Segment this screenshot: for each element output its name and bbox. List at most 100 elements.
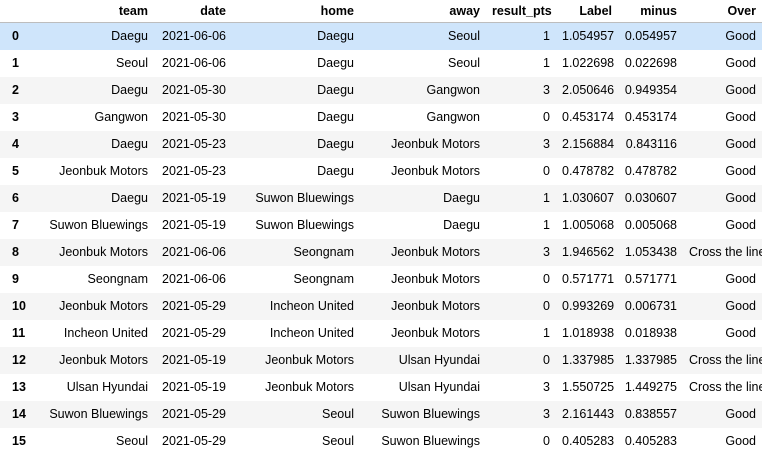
table-row[interactable]: 3 Gangwon 2021-05-30 Daegu Gangwon 0 0.453174 0…	[0, 104, 762, 131]
cell-home: Jeonbuk Motors	[265, 353, 354, 367]
cell-home: Daegu	[317, 56, 354, 70]
cell-team: Daegu	[111, 137, 148, 151]
cell-over: Good	[725, 137, 756, 151]
cell-minus: 1.337985	[624, 353, 677, 367]
cell-away: Jeonbuk Motors	[391, 164, 480, 178]
cell-result-pts: 1	[543, 326, 550, 340]
cell-date: 2021-05-23	[162, 137, 226, 151]
cell-date: 2021-05-29	[162, 407, 226, 421]
cell-label: 1.005068	[562, 218, 615, 232]
cell-over: Good	[725, 164, 756, 178]
cell-label: 0.478782	[562, 164, 615, 178]
table-row[interactable]: 7 Suwon Bluewings 2021-05-19 Suwon Bluewing…	[0, 212, 762, 239]
cell-result-pts: 3	[543, 137, 550, 151]
table-row[interactable]: 13 Ulsan Hyundai 2021-05-19 Jeonbuk Motors U…	[0, 374, 762, 401]
table-row[interactable]: 0 Daegu 2021-06-06 Daegu Seoul 1 1.054957 0.054…	[0, 22, 762, 50]
cell-label: 0.405283	[562, 434, 615, 448]
table-row[interactable]: 2 Daegu 2021-05-30 Daegu Gangwon 3 2.050646 0.9…	[0, 77, 762, 104]
cell-over: Good	[725, 110, 756, 124]
column-header-home: home	[232, 0, 360, 23]
row-index: 8	[12, 245, 19, 259]
cell-away: Daegu	[443, 218, 480, 232]
cell-team: Jeonbuk Motors	[59, 164, 148, 178]
row-index: 5	[12, 164, 19, 178]
row-index: 3	[12, 110, 19, 124]
table-row[interactable]: 1 Seoul 2021-06-06 Daegu Seoul 1 1.022698 0.022…	[0, 50, 762, 77]
cell-minus: 0.843116	[625, 137, 677, 151]
cell-label: 2.050646	[562, 83, 615, 97]
cell-result-pts: 0	[543, 434, 550, 448]
cell-date: 2021-05-30	[162, 110, 226, 124]
column-header-date: date	[154, 0, 232, 23]
cell-label: 2.156884	[562, 137, 615, 151]
table-row[interactable]: 12 Jeonbuk Motors 2021-05-19 Jeonbuk Motors…	[0, 347, 762, 374]
table-row[interactable]: 9 Seongnam 2021-06-06 Seongnam Jeonbuk Motor…	[0, 266, 762, 293]
cell-minus: 0.949354	[624, 83, 677, 97]
cell-label: 0.993269	[562, 299, 615, 313]
cell-date: 2021-05-29	[162, 326, 226, 340]
cell-date: 2021-06-06	[162, 272, 226, 286]
cell-result-pts: 0	[543, 353, 550, 367]
column-header-minus: minus	[618, 0, 683, 23]
row-index: 11	[12, 326, 26, 340]
cell-team: Daegu	[111, 191, 148, 205]
cell-over: Good	[725, 83, 756, 97]
table-row[interactable]: 4 Daegu 2021-05-23 Daegu Jeonbuk Motors 3 2.15…	[0, 131, 762, 158]
cell-team: Ulsan Hyundai	[66, 380, 148, 394]
cell-home: Daegu	[317, 137, 354, 151]
cell-over: Good	[725, 29, 756, 43]
cell-away: Daegu	[443, 191, 480, 205]
row-index: 12	[12, 353, 26, 367]
table-row[interactable]: 8 Jeonbuk Motors 2021-06-06 Seongnam Jeonbuk…	[0, 239, 762, 266]
table-header: team date home away result_pts Label min…	[0, 0, 762, 23]
cell-away: Seoul	[448, 29, 480, 43]
cell-label: 2.161443	[562, 407, 615, 421]
cell-date: 2021-05-30	[162, 83, 226, 97]
cell-result-pts: 0	[543, 164, 550, 178]
cell-team: Daegu	[111, 83, 148, 97]
cell-result-pts: 3	[543, 407, 550, 421]
cell-home: Seongnam	[293, 272, 354, 286]
table-row[interactable]: 11 Incheon United 2021-05-29 Incheon United…	[0, 320, 762, 347]
cell-away: Suwon Bluewings	[381, 407, 480, 421]
row-index: 2	[12, 83, 19, 97]
cell-label: 1.018938	[562, 326, 615, 340]
cell-over: Good	[725, 434, 756, 448]
cell-result-pts: 0	[543, 272, 550, 286]
cell-label: 1.030607	[562, 191, 615, 205]
cell-result-pts: 1	[543, 218, 550, 232]
table-row[interactable]: 5 Jeonbuk Motors 2021-05-23 Daegu Jeonbuk Mo…	[0, 158, 762, 185]
cell-home: Daegu	[317, 164, 354, 178]
cell-minus: 0.054957	[624, 29, 677, 43]
table-row[interactable]: 10 Jeonbuk Motors 2021-05-29 Incheon United…	[0, 293, 762, 320]
column-header-team: team	[38, 0, 154, 23]
row-index: 6	[12, 191, 19, 205]
cell-minus: 0.006731	[624, 299, 677, 313]
table-row[interactable]: 15 Seoul 2021-05-29 Seoul Suwon Bluewings 0 0.…	[0, 428, 762, 455]
cell-label: 1.022698	[562, 56, 615, 70]
cell-away: Jeonbuk Motors	[391, 272, 480, 286]
cell-result-pts: 0	[543, 110, 550, 124]
table-row[interactable]: 6 Daegu 2021-05-19 Suwon Bluewings Daegu 1 1.0…	[0, 185, 762, 212]
cell-minus: 0.478782	[624, 164, 677, 178]
cell-team: Jeonbuk Motors	[59, 299, 148, 313]
cell-label: 0.571771	[562, 272, 615, 286]
cell-result-pts: 3	[543, 380, 550, 394]
cell-date: 2021-05-23	[162, 164, 226, 178]
column-header-index	[0, 0, 38, 23]
cell-team: Jeonbuk Motors	[59, 353, 148, 367]
cell-over: Good	[725, 299, 756, 313]
row-index: 0	[12, 29, 19, 43]
cell-away: Jeonbuk Motors	[391, 137, 480, 151]
column-header-away: away	[360, 0, 486, 23]
header-row: team date home away result_pts Label min…	[0, 0, 762, 23]
row-index: 7	[12, 218, 19, 232]
cell-minus: 0.571771	[624, 272, 677, 286]
cell-over: Cross the line	[689, 245, 762, 259]
cell-over: Cross the line	[689, 380, 762, 394]
cell-away: Jeonbuk Motors	[391, 245, 480, 259]
cell-minus: 0.005068	[624, 218, 677, 232]
table-row[interactable]: 14 Suwon Bluewings 2021-05-29 Seoul Suwon Bl…	[0, 401, 762, 428]
cell-date: 2021-06-06	[162, 56, 226, 70]
cell-team: Seoul	[116, 434, 148, 448]
